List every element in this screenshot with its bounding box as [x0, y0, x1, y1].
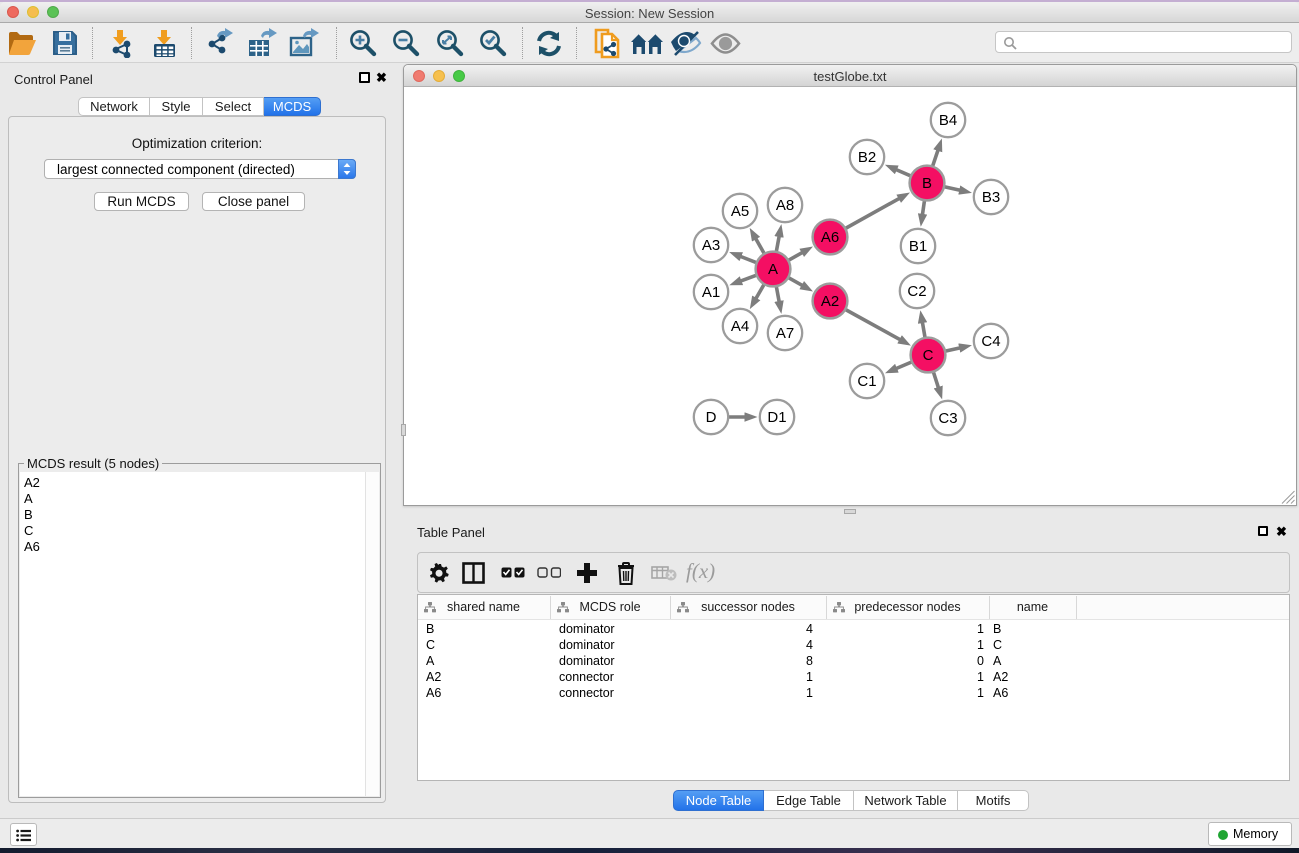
svg-text:D1: D1 [767, 409, 786, 426]
svg-text:B3: B3 [982, 189, 1000, 206]
svg-text:A1: A1 [702, 284, 720, 301]
svg-text:C1: C1 [857, 373, 876, 390]
svg-text:A: A [768, 261, 778, 278]
svg-text:A2: A2 [821, 293, 839, 310]
svg-text:A5: A5 [731, 203, 749, 220]
svg-text:C2: C2 [907, 283, 926, 300]
svg-text:B4: B4 [939, 112, 957, 129]
svg-text:A7: A7 [776, 325, 794, 342]
svg-text:A8: A8 [776, 197, 794, 214]
svg-text:A6: A6 [821, 229, 839, 246]
svg-text:A3: A3 [702, 237, 720, 254]
svg-text:C3: C3 [938, 410, 957, 427]
svg-text:B: B [922, 175, 932, 192]
svg-text:A4: A4 [731, 318, 749, 335]
svg-text:C: C [923, 347, 934, 364]
svg-text:B2: B2 [858, 149, 876, 166]
svg-text:D: D [706, 409, 717, 426]
svg-text:C4: C4 [981, 333, 1000, 350]
svg-text:B1: B1 [909, 238, 927, 255]
